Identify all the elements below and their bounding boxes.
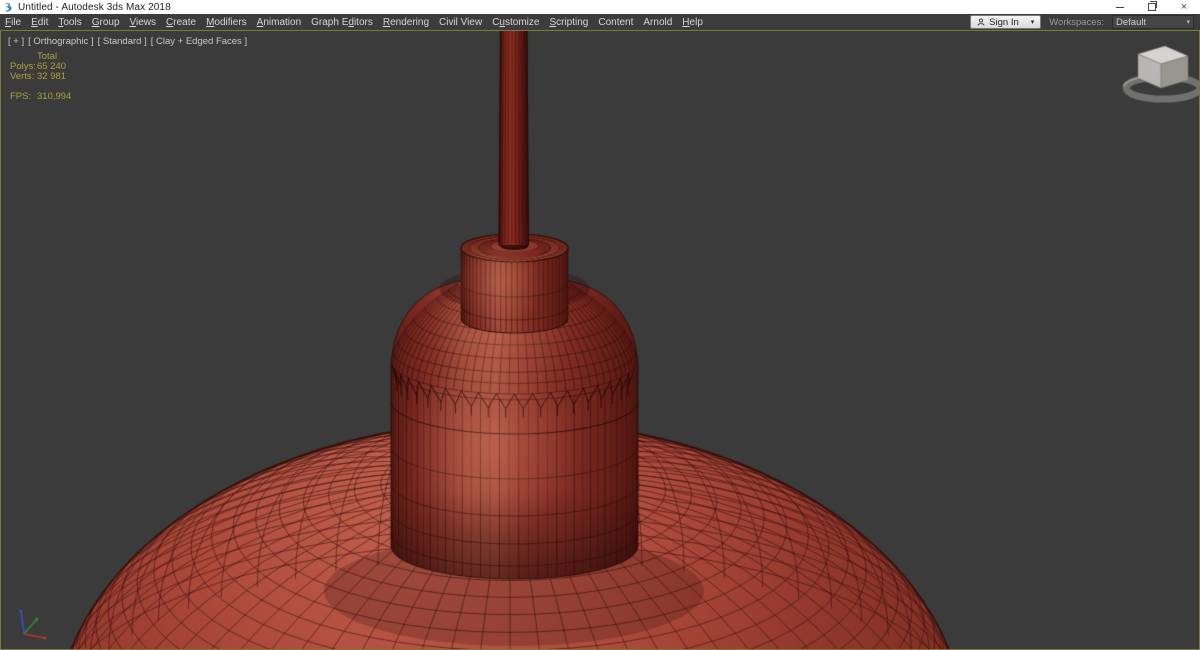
viewport-render-preset-menu[interactable]: [ Standard ] (98, 36, 147, 47)
menu-item-group[interactable]: Group (87, 17, 125, 28)
restore-window-icon[interactable] (1136, 0, 1168, 14)
menu-bar-right: Sign In ▾ Workspaces: Default ▾ (970, 15, 1200, 29)
menu-item-edit[interactable]: Edit (26, 17, 53, 28)
sign-in-button[interactable]: Sign In ▾ (970, 15, 1042, 29)
stats-verts-label: Verts: (10, 71, 35, 82)
3ds-max-window: { "window": { "title": "Untitled - Autod… (0, 0, 1200, 650)
workspaces-value: Default (1116, 16, 1147, 28)
viewport-general-menu[interactable]: [ + ] (8, 36, 24, 47)
chevron-down-icon: ▾ (1030, 19, 1035, 26)
title-bar: Untitled - Autodesk 3ds Max 2018 × (0, 0, 1200, 14)
menu-item-content[interactable]: Content (593, 17, 638, 28)
stats-verts-value: 32 981 (37, 71, 67, 82)
menu-item-help[interactable]: Help (677, 17, 708, 28)
menu-item-customize[interactable]: Customize (487, 17, 544, 28)
viewcube-navigation-widget[interactable] (1131, 43, 1195, 101)
menu-items: File Edit Tools Group Views Create Modifiers An… (0, 17, 708, 28)
user-icon (977, 18, 985, 26)
viewport-pov-menu[interactable]: [ Orthographic ] (28, 36, 93, 47)
menu-item-arnold[interactable]: Arnold (638, 17, 677, 28)
world-axis-tripod (9, 603, 57, 637)
stats-fps-value: 310,994 (37, 91, 72, 102)
menu-item-views[interactable]: Views (125, 17, 162, 28)
menu-item-tools[interactable]: Tools (53, 17, 86, 28)
workspaces-dropdown[interactable]: Default ▾ (1112, 15, 1194, 29)
sign-in-label: Sign In (989, 16, 1019, 28)
minimize-icon[interactable] (1104, 0, 1136, 14)
close-icon[interactable]: × (1168, 0, 1200, 14)
statistics-overlay: Total Polys:65 240 Verts: 32 981 FPS: 310,… (10, 52, 71, 102)
menu-bar: File Edit Tools Group Views Create Modifiers An… (0, 14, 1200, 30)
viewport: [ + ] [ Orthographic ] [ Standard ] [ Clay … (0, 30, 1200, 650)
menu-item-create[interactable]: Create (161, 17, 201, 28)
menu-item-graph-editors[interactable]: Graph Editors (306, 17, 378, 28)
3ds-max-logo-icon (5, 2, 12, 11)
viewport-shading-menu[interactable]: [ Clay + Edged Faces ] (151, 36, 247, 47)
stats-fps-label: FPS: (10, 91, 32, 102)
viewport-label: [ + ] [ Orthographic ] [ Standard ] [ Clay … (8, 36, 247, 47)
menu-item-scripting[interactable]: Scripting (544, 17, 593, 28)
window-title: Untitled - Autodesk 3ds Max 2018 (18, 1, 171, 13)
menu-item-rendering[interactable]: Rendering (378, 17, 434, 28)
menu-item-modifiers[interactable]: Modifiers (201, 17, 252, 28)
viewport-canvas[interactable] (1, 31, 1199, 649)
chevron-down-icon: ▾ (1186, 19, 1190, 26)
window-controls: × (1104, 0, 1200, 14)
menu-item-file[interactable]: File (0, 17, 26, 28)
menu-item-animation[interactable]: Animation (252, 17, 306, 28)
workspaces-label: Workspaces: (1049, 16, 1104, 28)
menu-item-civil-view[interactable]: Civil View (434, 17, 487, 28)
